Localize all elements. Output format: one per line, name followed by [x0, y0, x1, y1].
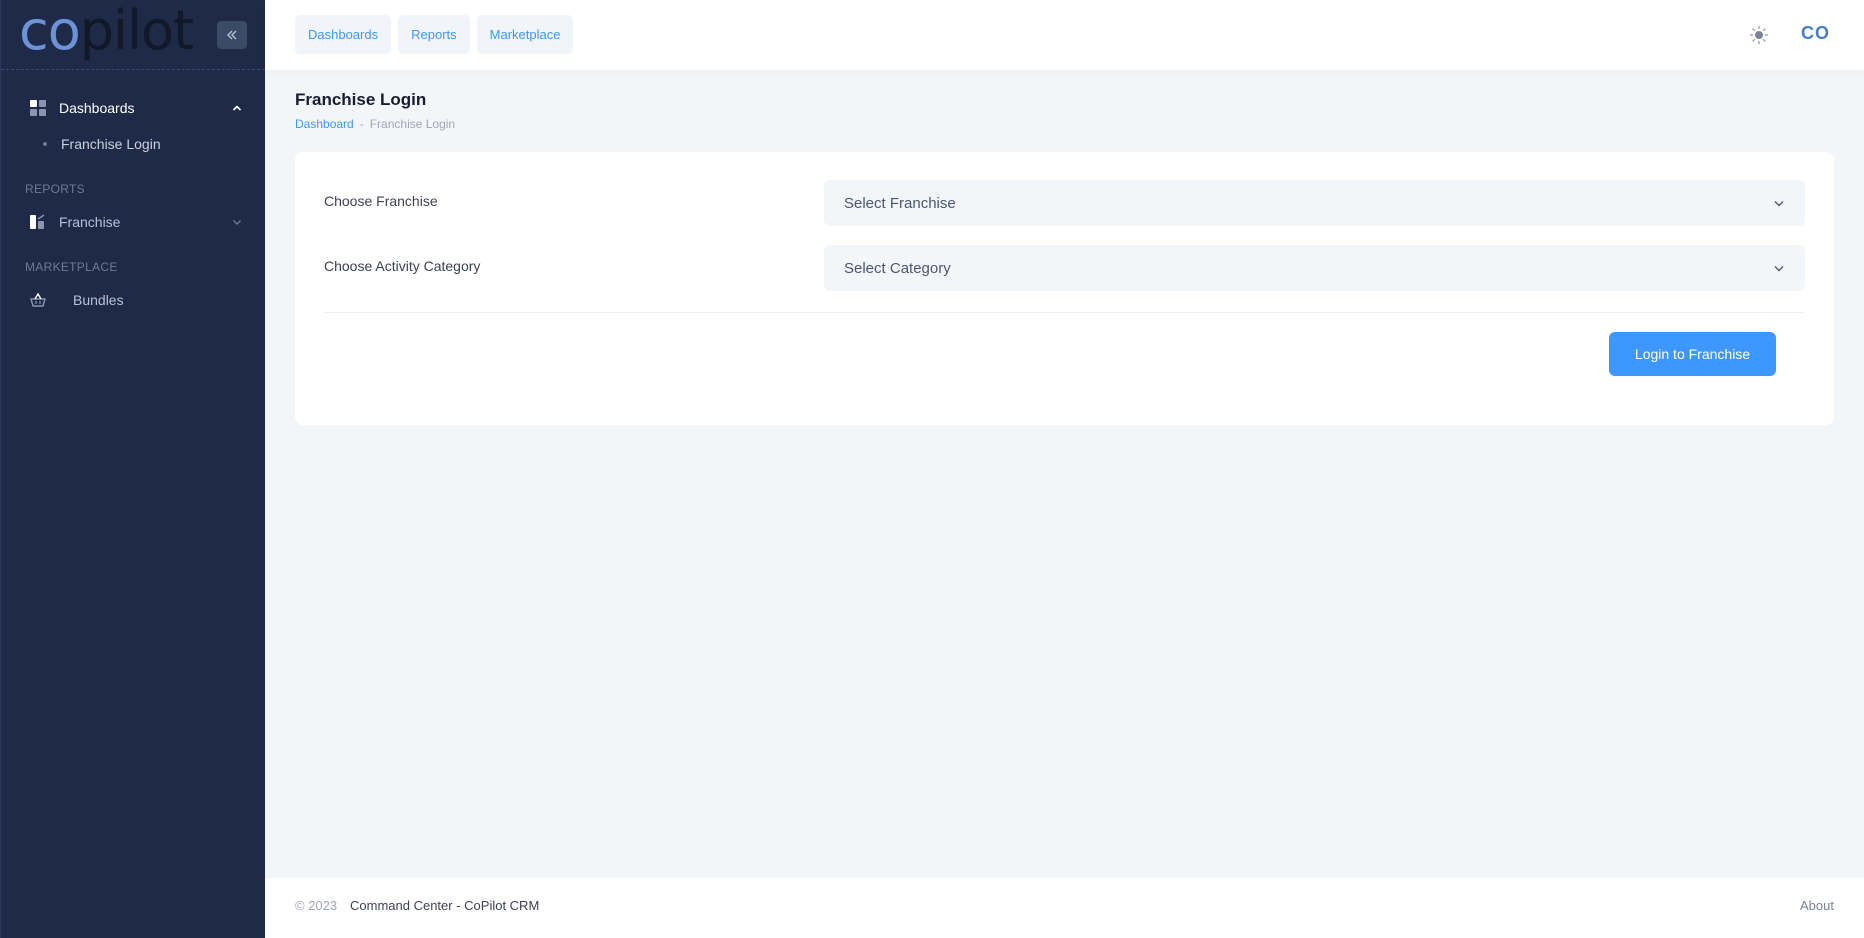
bullet-icon	[43, 142, 47, 146]
category-select-value: Select Category	[844, 259, 951, 277]
brand: copilot	[1, 0, 265, 70]
sidebar: copilot Dashboards Franchise Login REPOR…	[0, 0, 265, 938]
section-title-marketplace: MARKETPLACE	[25, 260, 118, 274]
sidebar-item-dashboards[interactable]: Dashboards	[1, 92, 265, 124]
user-avatar[interactable]: CO	[1801, 23, 1830, 44]
breadcrumb-dashboard-link[interactable]: Dashboard	[295, 117, 354, 131]
sun-icon	[1749, 25, 1769, 45]
top-nav: Dashboards Reports Marketplace	[295, 15, 574, 54]
tab-reports[interactable]: Reports	[398, 15, 470, 54]
chevron-down-icon	[231, 216, 243, 228]
chevron-down-icon	[1774, 201, 1784, 207]
form-divider	[324, 312, 1805, 313]
tab-marketplace[interactable]: Marketplace	[476, 15, 574, 54]
sidebar-item-franchise[interactable]: Franchise	[1, 206, 265, 238]
section-title-reports: REPORTS	[25, 182, 85, 196]
category-label: Choose Activity Category	[324, 258, 481, 274]
breadcrumb: Dashboard - Franchise Login	[295, 117, 455, 131]
franchise-login-card: Choose Franchise Select Franchise Choose…	[295, 152, 1834, 425]
franchise-label: Choose Franchise	[324, 193, 438, 209]
category-row: Choose Activity Category Select Category	[324, 245, 1805, 291]
footer-about-link[interactable]: About	[1800, 898, 1834, 913]
franchise-row: Choose Franchise Select Franchise	[324, 180, 1805, 226]
theme-toggle-button[interactable]	[1749, 25, 1769, 45]
page-title: Franchise Login	[295, 90, 427, 109]
breadcrumb-current: Franchise Login	[369, 117, 456, 131]
sidebar-item-label: Bundles	[73, 292, 124, 308]
sidebar-subitem-franchise-login[interactable]: Franchise Login	[1, 128, 265, 160]
sidebar-subitem-label: Franchise Login	[61, 136, 161, 152]
header: Dashboards Reports Marketplace CO	[265, 0, 1864, 70]
login-to-franchise-button[interactable]: Login to Franchise	[1609, 332, 1776, 376]
logo[interactable]: copilot	[19, 3, 194, 58]
breadcrumb-separator: -	[359, 117, 364, 131]
sidebar-item-bundles[interactable]: Bundles	[1, 284, 265, 316]
sidebar-collapse-button[interactable]	[217, 21, 247, 49]
footer-copyright: © 2023	[295, 898, 338, 913]
chevron-up-icon	[231, 102, 243, 114]
category-select[interactable]: Select Category	[824, 245, 1805, 291]
footer: © 2023 Command Center - CoPilot CRM Abou…	[265, 878, 1864, 938]
chart-icon	[29, 213, 47, 231]
page-toolbar: Franchise Login Dashboard - Franchise Lo…	[295, 90, 455, 131]
basket-icon	[29, 291, 47, 309]
tab-dashboards[interactable]: Dashboards	[295, 15, 392, 54]
dashboard-grid-icon	[29, 99, 47, 117]
franchise-select[interactable]: Select Franchise	[824, 180, 1805, 226]
sidebar-menu: Dashboards Franchise Login REPORTS Franc…	[1, 70, 265, 316]
footer-app-name[interactable]: Command Center - CoPilot CRM	[350, 898, 539, 913]
sidebar-item-label: Dashboards	[59, 100, 135, 116]
chevron-down-icon	[1774, 266, 1784, 272]
sidebar-item-label: Franchise	[59, 214, 121, 230]
double-chevron-left-icon	[227, 30, 237, 40]
franchise-select-value: Select Franchise	[844, 194, 956, 212]
